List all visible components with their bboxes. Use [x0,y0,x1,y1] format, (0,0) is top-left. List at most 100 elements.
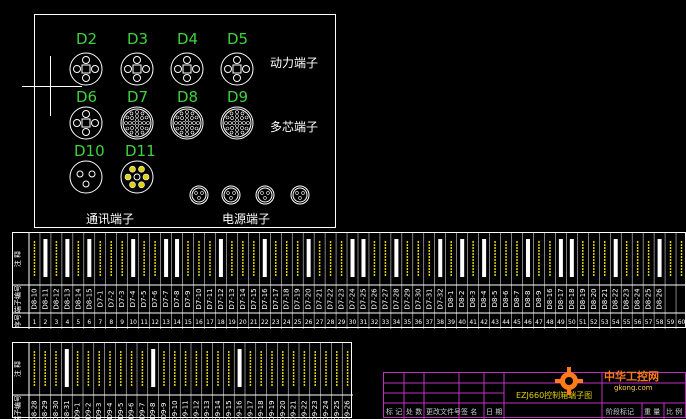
strip1-spare-bar [613,239,618,277]
strip1-terminal-id: D8-5 [491,291,499,308]
strip1-index: 43 [491,319,499,326]
strip1-spare-bar [361,239,366,277]
strip2-terminal-id: D9-18 [257,400,265,419]
strip1-index: 33 [382,319,390,326]
strip1-index: 24 [283,319,291,326]
strip1-index: 36 [414,319,422,326]
watermark: 中华工控网 gkong.com [552,362,686,408]
title-block-right-cell: 阶段标记 [606,408,634,416]
strip1-terminal-id: D7-15 [250,288,258,309]
title-block-cell: 标 记 [386,408,403,416]
strip1-spare-bar [482,239,487,277]
strip1-index: 12 [151,319,159,326]
strip1-terminal-id: D8-2 [458,291,466,308]
strip1-index: 6 [87,319,91,326]
title-block-cell: 日 期 [486,408,503,416]
strip1-index: 49 [557,319,565,326]
strip1-spare-bar [558,239,563,277]
strip2-terminal-id: D9-7 [138,403,146,419]
strip1-terminal-id: D8-17 [557,288,565,309]
strip1-index: 53 [601,319,609,326]
gear-icon [555,367,583,395]
terminal-strip-2: 注 释端子编号 D8-28 D8-29 D8-30 D8-31 D9-1 D9-2 D9-3 D… [12,342,353,419]
strip1-terminal-id: D7-9 [184,291,192,308]
strip2-terminal-id: D9-9 [160,403,168,419]
strip1-index: 16 [195,319,203,326]
strip2-terminal-id: D9-25 [333,400,341,419]
strip1-index: 48 [546,319,554,326]
strip2-terminal-id: D9-10 [171,400,179,419]
strip1-terminal-id: D7-27 [381,288,389,309]
strip2-terminal-id: D9-3 [95,403,103,419]
strip1-spare-bar [657,239,662,277]
strip1-index: 26 [305,319,313,326]
strip1-spare-bar [569,239,574,277]
strip1-index: 37 [425,319,433,326]
strip1-terminal-id: D8-7 [513,291,521,308]
strip2-header-notes: 注 释 [13,361,22,377]
strip1-index: 32 [371,319,379,326]
strip1-terminal-id: D8-6 [502,290,510,307]
strip1-terminal-id: D8-4 [480,290,488,307]
strip1-terminal-id: D8-16 [546,288,554,310]
connector-d2 [69,52,103,86]
strip1-terminal-id: D8-18 [568,288,576,309]
strip1-spare-bar [65,239,70,277]
strip1-terminal-id: D7-24 [349,288,357,310]
strip1-terminal-id: D8-1 [447,291,455,308]
strip1-terminal-id: D7-1 [96,291,104,308]
strip1-terminal-id: D7-23 [338,288,346,309]
strip2-terminal-id: D8-28 [30,400,38,419]
strip1-spare-bar [164,239,169,277]
power-supply-connector-3 [255,185,275,205]
strip1-terminal-id: D8-8 [524,291,532,308]
strip1-terminal-id: D7-6 [151,290,159,307]
strip2-terminal-id: D9-14 [214,400,222,419]
strip1-terminal-id: D8-13 [63,288,71,309]
strip1-index: 57 [645,319,653,326]
title-block-cell: 处 数 [406,408,423,416]
strip1-spare-bar [87,239,92,277]
strip1-index: 19 [228,319,236,326]
strip1-terminal-id: D8-10 [30,288,38,309]
strip2-spare-bar [64,349,69,387]
connector-d9 [220,106,254,140]
strip1-terminal-id: D7-32 [436,288,444,309]
strip1-spare-bar [175,239,180,277]
strip1-index: 14 [173,319,181,326]
strip1-terminal-id: D7-19 [294,288,302,309]
strip1-terminal-id: D7-10 [195,288,203,309]
strip1-index: 52 [590,319,598,326]
strip1-index: 39 [447,319,455,326]
strip1-terminal-id: D7-14 [239,288,247,310]
strip2-terminal-id: D9-20 [279,400,287,419]
strip1-index: 15 [184,319,192,326]
strip1-header-terminal: 端子编号 [13,285,22,313]
strip1-terminal-id: D7-30 [414,288,422,309]
strip2-terminal-id: D9-22 [300,400,308,419]
strip1-index: 41 [469,319,477,326]
connector-d10 [69,160,103,194]
strip1-terminal-id: D7-7 [162,291,170,308]
strip1-index: 29 [338,319,346,326]
strip1-terminal-id: D7-11 [206,288,214,309]
strip2-terminal-id: D9-2 [84,403,92,419]
strip1-index: 38 [436,319,444,326]
strip1-index: 20 [239,319,247,326]
title-block-right-cell: 比 例 [666,408,683,416]
strip2-terminal-id: D9-23 [311,400,319,419]
title-block-cell: 签 名 [461,408,478,416]
strip1-terminal-id: D7-12 [217,288,225,309]
strip1-terminal-id: D8-19 [579,288,587,309]
strip2-terminal-id: D9-8 [149,403,157,419]
strip1-header-notes: 注 释 [13,251,22,267]
strip1-index: 5 [76,319,80,326]
power-supply-connector-4 [290,185,310,205]
strip1-index: 7 [98,319,102,326]
power-supply-terminal-label: 电源端子 [222,212,271,226]
multicore-terminal-label: 多芯端子 [270,120,319,134]
strip2-terminal-id: D9-24 [322,400,330,419]
strip1-terminal-id: D8-14 [74,288,82,310]
connector-d3 [120,52,154,86]
strip1-index: 31 [360,319,368,326]
